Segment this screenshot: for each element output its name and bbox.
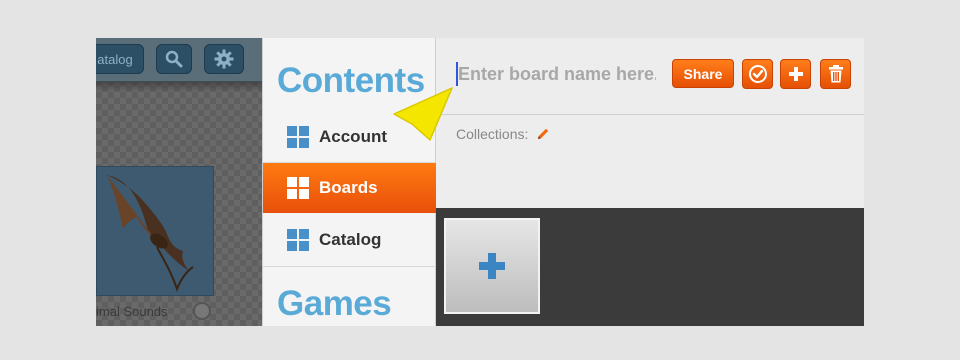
pointer-arrow-icon	[393, 87, 453, 141]
share-button[interactable]: Share	[672, 59, 734, 88]
bat-image-card[interactable]	[96, 166, 214, 296]
collections-row: Collections:	[456, 126, 550, 142]
delete-board-button[interactable]	[820, 59, 851, 89]
add-board-button[interactable]	[780, 59, 811, 89]
background-app-panel: atalog imal Sounds	[96, 38, 262, 326]
settings-button[interactable]	[204, 44, 244, 74]
share-button-label: Share	[683, 65, 723, 82]
menu-item-catalog[interactable]: Catalog	[263, 215, 437, 265]
menu-item-boards[interactable]: Boards	[263, 163, 437, 213]
app-frame: atalog imal Sounds Contents Account Boar…	[96, 38, 864, 326]
board-area	[436, 208, 864, 326]
catalog-button-label: atalog	[97, 51, 133, 67]
check-icon	[748, 65, 767, 83]
toolbar-shadow	[96, 82, 262, 92]
menu-divider	[263, 266, 437, 267]
catalog-button[interactable]: atalog	[96, 44, 144, 74]
background-radio-button[interactable]	[193, 302, 211, 320]
bat-image	[107, 175, 194, 292]
section-heading-games: Games	[277, 284, 392, 323]
board-name-input[interactable]	[456, 60, 656, 88]
add-tile-button[interactable]	[444, 218, 540, 314]
grid-icon	[287, 177, 309, 199]
plus-icon	[788, 67, 803, 81]
menu-item-label: Boards	[319, 178, 378, 197]
background-caption: imal Sounds	[96, 304, 168, 319]
contents-menu: Contents Account Boards Catalog Games	[262, 38, 437, 326]
search-icon	[165, 50, 183, 68]
search-button[interactable]	[156, 44, 192, 74]
editor-divider	[436, 114, 864, 115]
trash-icon	[828, 65, 843, 83]
confirm-button[interactable]	[742, 59, 773, 89]
background-toolbar: atalog	[96, 38, 262, 82]
menu-item-label: Account	[319, 127, 387, 146]
gear-icon	[214, 49, 234, 69]
text-cursor	[456, 62, 458, 86]
pencil-icon[interactable]	[536, 127, 550, 141]
grid-icon	[287, 126, 309, 148]
board-editor: Share Collectio	[436, 38, 864, 208]
plus-icon	[479, 253, 505, 279]
grid-icon	[287, 229, 309, 251]
collections-label: Collections:	[456, 126, 529, 142]
menu-item-label: Catalog	[319, 230, 382, 249]
